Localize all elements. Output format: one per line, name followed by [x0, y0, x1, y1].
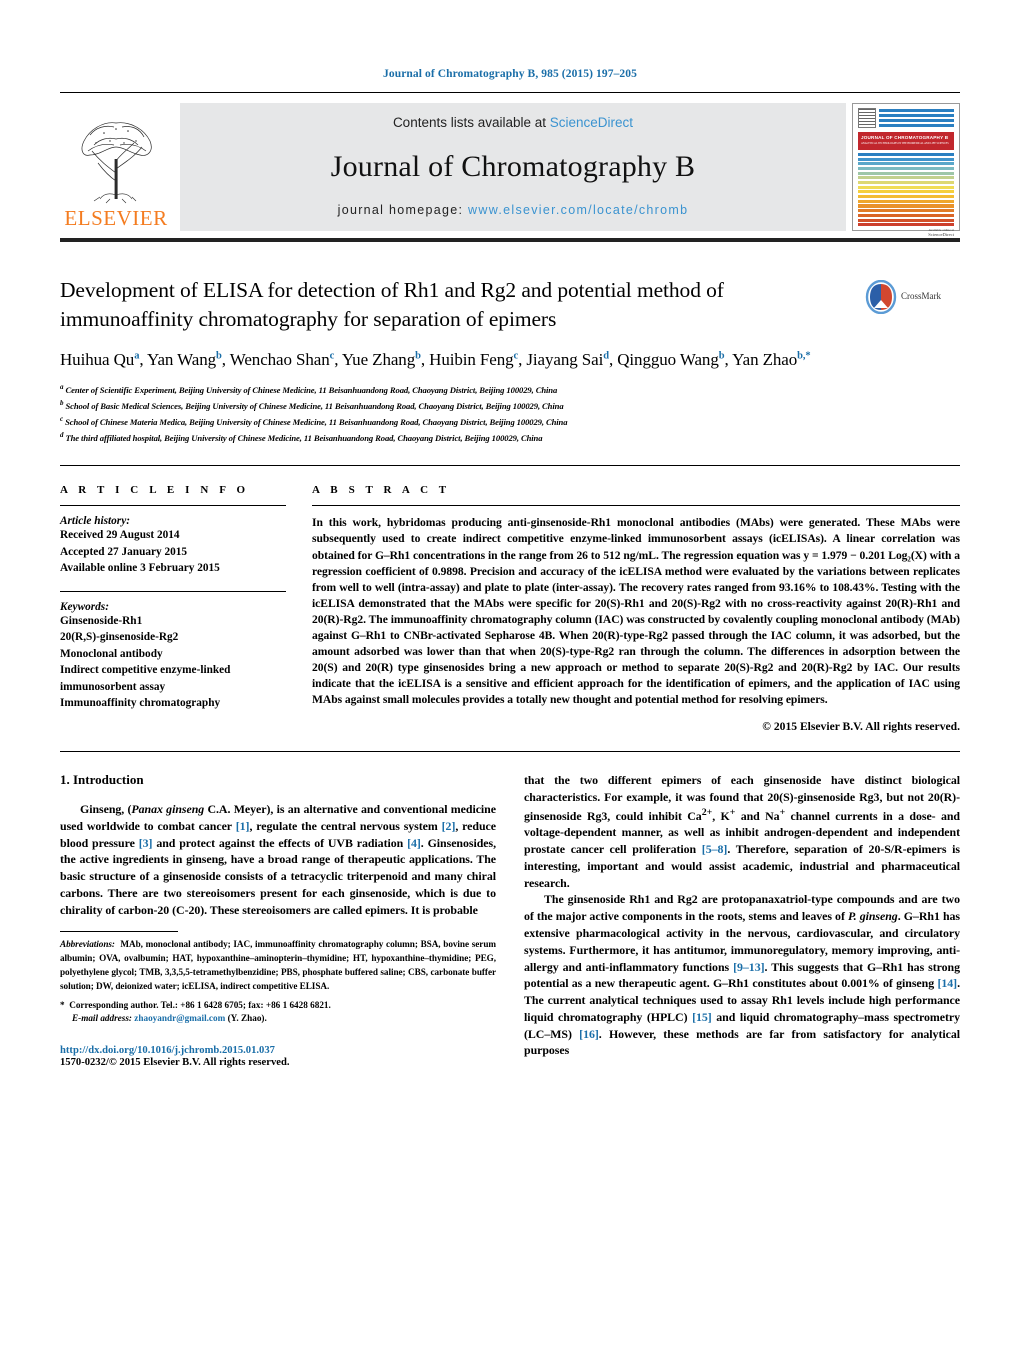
affiliation-text: School of Chinese Materia Medica, Beijin… [65, 416, 568, 427]
email-label: E-mail address: [72, 1013, 132, 1024]
keywords-rule [60, 590, 286, 592]
crossmark-badge[interactable]: CrossMark [864, 276, 960, 372]
intro-paragraph-1-continued: that the two different epimers of each g… [524, 773, 960, 890]
body-left-column: 1. Introduction Ginseng, (Panax ginseng … [60, 772, 496, 1068]
elsevier-wordmark: ELSEVIER [64, 206, 168, 230]
crossmark-label: CrossMark [901, 291, 941, 301]
article-page: Journal of Chromatography B, 985 (2015) … [0, 0, 1020, 1351]
abstract-bottom-rule [60, 751, 960, 752]
keyword-item: 20(R,S)-ginsenoside-Rg2 [60, 631, 179, 644]
masthead-bottom-rule [60, 238, 960, 242]
affiliation-item: a Center of Scientific Experiment, Beiji… [60, 382, 960, 398]
elsevier-logo: ELSEVIER [60, 103, 172, 231]
keyword-item: immunosorbent assay [60, 680, 166, 693]
corresponding-author-text: Corresponding author. Tel.: +86 1 6428 6… [69, 999, 331, 1010]
article-info-rule [60, 505, 286, 507]
email-suffix: (Y. Zhao). [227, 1013, 267, 1024]
cover-journal-title: JOURNAL OF CHROMATOGRAPHY B [861, 135, 949, 140]
footnote-rule [60, 931, 178, 933]
keyword-item: Indirect competitive enzyme-linked [60, 664, 231, 677]
affiliation-text: Center of Scientific Experiment, Beijing… [65, 385, 558, 396]
corresponding-author-note: * Corresponding author. Tel.: +86 1 6428… [60, 999, 331, 1010]
cover-color-stripes [858, 152, 954, 227]
abstract-column: A B S T R A C T In this work, hybridomas… [312, 484, 960, 733]
homepage-url[interactable]: www.elsevier.com/locate/chromb [468, 203, 688, 217]
masthead-center: Contents lists available at ScienceDirec… [180, 103, 846, 231]
body-columns: 1. Introduction Ginseng, (Panax ginseng … [60, 772, 960, 1068]
email-note: E-mail address: zhaoyandr@gmail.com (Y. … [60, 1012, 496, 1026]
abstract-rule [312, 505, 960, 507]
affiliation-item: d The third affiliated hospital, Beijing… [60, 430, 960, 446]
body-right-column: that the two different epimers of each g… [524, 772, 960, 1068]
journal-masthead: ELSEVIER Contents lists available at Sci… [60, 103, 960, 237]
journal-cover-thumbnail: JOURNAL OF CHROMATOGRAPHY B ANALYTICAL T… [852, 103, 960, 237]
intro-paragraph-1: Ginseng, (Panax ginseng C.A. Meyer), is … [60, 802, 497, 917]
article-info-heading: A R T I C L E I N F O [60, 484, 250, 497]
email-link[interactable]: zhaoyandr@gmail.com [134, 1013, 225, 1023]
issn-copyright: 1570-0232/© 2015 Elsevier B.V. All right… [60, 1057, 290, 1069]
history-accepted: Accepted 27 January 2015 [60, 545, 188, 558]
abstract-text: In this work, hybridomas producing anti-… [312, 516, 960, 706]
cover-red-banner: JOURNAL OF CHROMATOGRAPHY B ANALYTICAL T… [858, 132, 954, 150]
affiliation-text: The third affiliated hospital, Beijing U… [65, 432, 543, 443]
affiliations-list: a Center of Scientific Experiment, Beiji… [60, 382, 960, 445]
journal-title: Journal of Chromatography B [330, 149, 696, 183]
keyword-item: Immunoaffinity chromatography [60, 697, 221, 710]
cover-journal-subtitle: ANALYTICAL TECHNOLOGIES IN THE BIOMEDICA… [861, 142, 949, 145]
affiliation-marker: c [60, 414, 64, 423]
doi-block: http://dx.doi.org/10.1016/j.jchromb.2015… [60, 1045, 496, 1068]
author-list: Huihua Qua, Yan Wangb, Wenchao Shanc, Yu… [60, 350, 811, 370]
cover-top-row [858, 108, 954, 128]
affiliation-text: School of Basic Medical Sciences, Beijin… [65, 400, 564, 411]
affiliation-item: c School of Chinese Materia Medica, Beij… [60, 414, 960, 430]
elsevier-tree-icon [70, 111, 162, 207]
info-abstract-row: A R T I C L E I N F O Article history: R… [60, 484, 960, 733]
affiliation-marker: a [60, 383, 64, 392]
title-block: Development of ELISA for detection of Rh… [60, 276, 960, 372]
article-history-label: Article history: [60, 515, 130, 528]
contents-list-line: Contents lists available at ScienceDirec… [393, 115, 633, 130]
cover-footer-sciencedirect: ScienceDirect [928, 232, 954, 238]
doi-link[interactable]: http://dx.doi.org/10.1016/j.jchromb.2015… [60, 1045, 496, 1056]
running-head: Journal of Chromatography B, 985 (2015) … [383, 68, 637, 80]
cover-blue-bars [879, 108, 954, 128]
section-heading-introduction: 1. Introduction [60, 772, 144, 787]
abbreviations-note: Abbreviations: MAb, monoclonal antibody;… [60, 939, 496, 991]
page-title: Development of ELISA for detection of Rh… [60, 278, 724, 331]
affiliation-item: b School of Basic Medical Sciences, Beij… [60, 398, 960, 414]
contents-prefix: Contents lists available at [392, 115, 550, 130]
homepage-prefix: journal homepage: [337, 203, 469, 217]
affiliation-marker: d [60, 430, 64, 439]
keyword-item: Monoclonal antibody [60, 647, 163, 660]
abstract-heading: A B S T R A C T [312, 484, 451, 497]
keywords-label: Keywords: [60, 600, 109, 613]
abstract-copyright: © 2015 Elsevier B.V. All rights reserved… [762, 720, 960, 733]
article-info-column: A R T I C L E I N F O Article history: R… [60, 484, 312, 733]
header-divider [60, 92, 960, 93]
sciencedirect-link[interactable]: ScienceDirect [550, 115, 633, 130]
history-available-online: Available online 3 February 2015 [60, 562, 220, 575]
cover-footer: Available online at ScienceDirect [858, 226, 954, 237]
history-received: Received 29 August 2014 [60, 529, 180, 542]
cover-publisher-mark-icon [858, 108, 876, 128]
keyword-item: Ginsenoside-Rh1 [60, 614, 143, 627]
affiliation-marker: b [60, 399, 64, 408]
journal-homepage-line: journal homepage: www.elsevier.com/locat… [338, 203, 689, 217]
title-section-divider [60, 465, 960, 467]
crossmark-icon [864, 279, 898, 315]
intro-paragraph-2: The ginsenoside Rh1 and Rg2 are protopan… [524, 892, 961, 1058]
